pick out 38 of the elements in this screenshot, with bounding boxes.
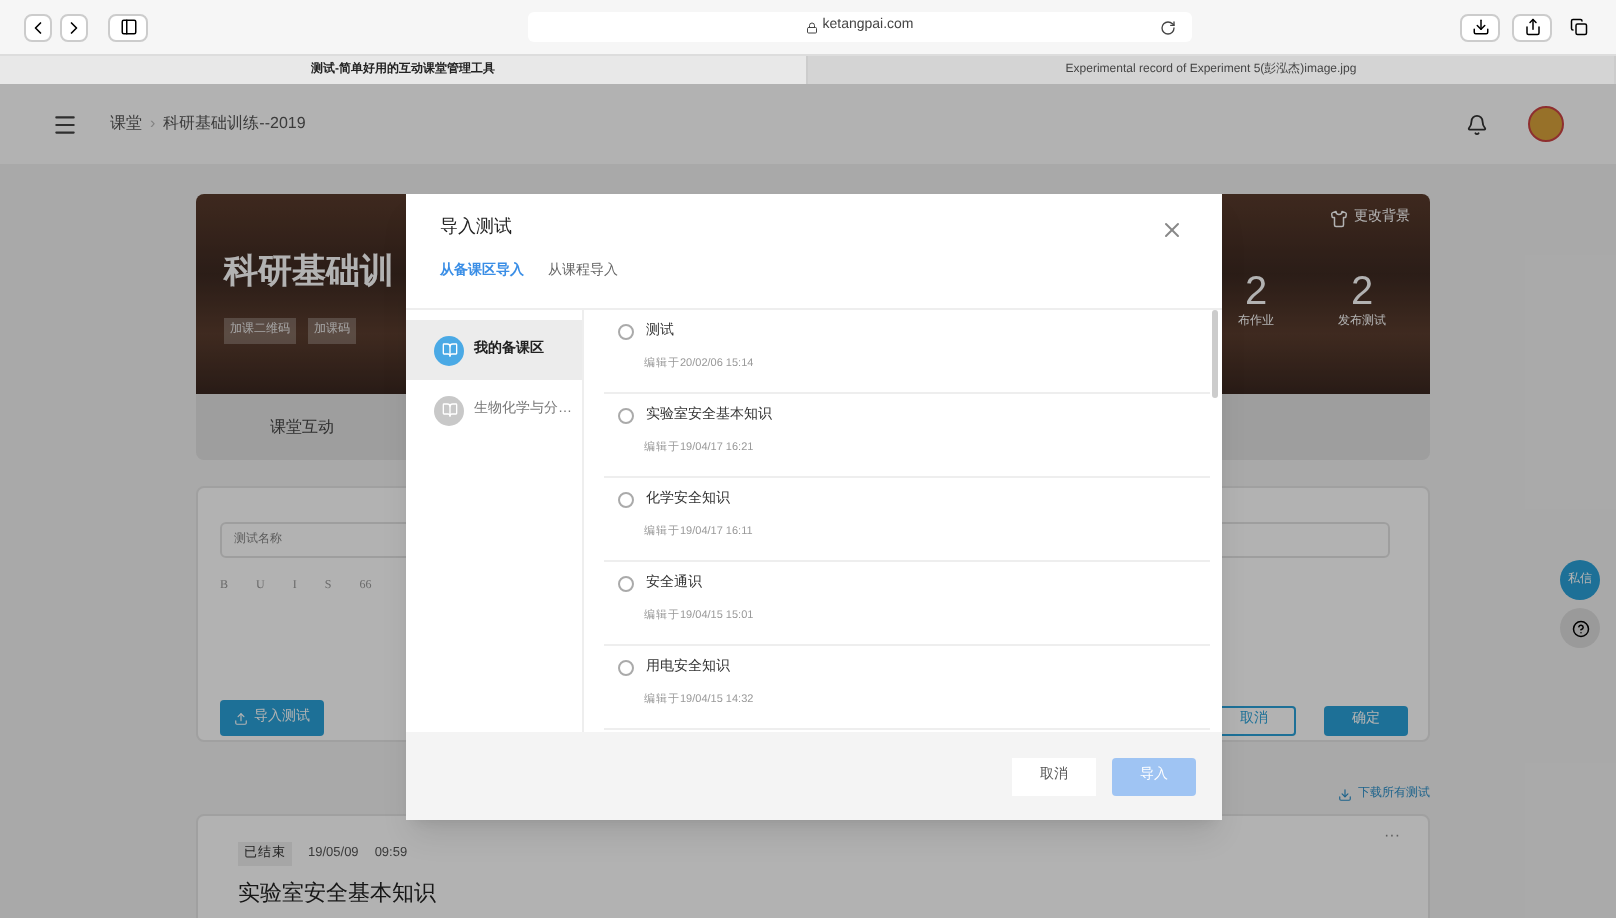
radio-button[interactable] [618, 660, 634, 677]
book-icon [434, 335, 464, 365]
reload-icon[interactable] [1160, 19, 1176, 35]
bell-icon[interactable] [1466, 113, 1488, 135]
breadcrumb-item[interactable]: 课堂 [110, 112, 142, 136]
test-title[interactable]: 实验室安全基本知识 [238, 877, 1388, 911]
lock-icon [806, 21, 819, 33]
radio-button[interactable] [618, 492, 634, 509]
sidebar-button[interactable] [108, 13, 148, 41]
avatar[interactable] [1528, 106, 1564, 142]
upload-icon [234, 711, 248, 725]
share-button[interactable] [1512, 13, 1552, 41]
radio-button[interactable] [618, 408, 634, 425]
shirt-icon[interactable] [1330, 209, 1348, 228]
forward-button[interactable] [60, 13, 88, 41]
tabs-icon [1569, 18, 1587, 36]
download-icon [1471, 18, 1489, 36]
stat-value: 2 [1244, 270, 1268, 314]
radio-button[interactable] [618, 324, 634, 341]
menu-icon[interactable] [52, 111, 78, 137]
book-icon [434, 395, 464, 425]
more-button[interactable]: ··· [1384, 824, 1400, 848]
download-icon [1338, 788, 1352, 802]
share-icon [1523, 18, 1541, 36]
download-button[interactable] [1460, 13, 1500, 41]
close-icon[interactable] [1160, 218, 1184, 242]
breadcrumb-separator: › [150, 112, 156, 136]
breadcrumb-item[interactable]: 科研基础训练--2019 [163, 112, 306, 136]
help-button[interactable] [1560, 608, 1600, 648]
radio-button[interactable] [618, 576, 634, 593]
course-title: 科研基础训 [224, 250, 394, 294]
scrollbar-thumb [1212, 310, 1218, 398]
back-button[interactable] [24, 13, 52, 41]
stat-value: 2 [1350, 270, 1374, 314]
dialog-title: 导入测试 [440, 214, 512, 240]
help-icon [1571, 619, 1589, 637]
sidebar-icon [119, 18, 137, 36]
course-tab[interactable]: 课堂互动 [270, 415, 334, 439]
